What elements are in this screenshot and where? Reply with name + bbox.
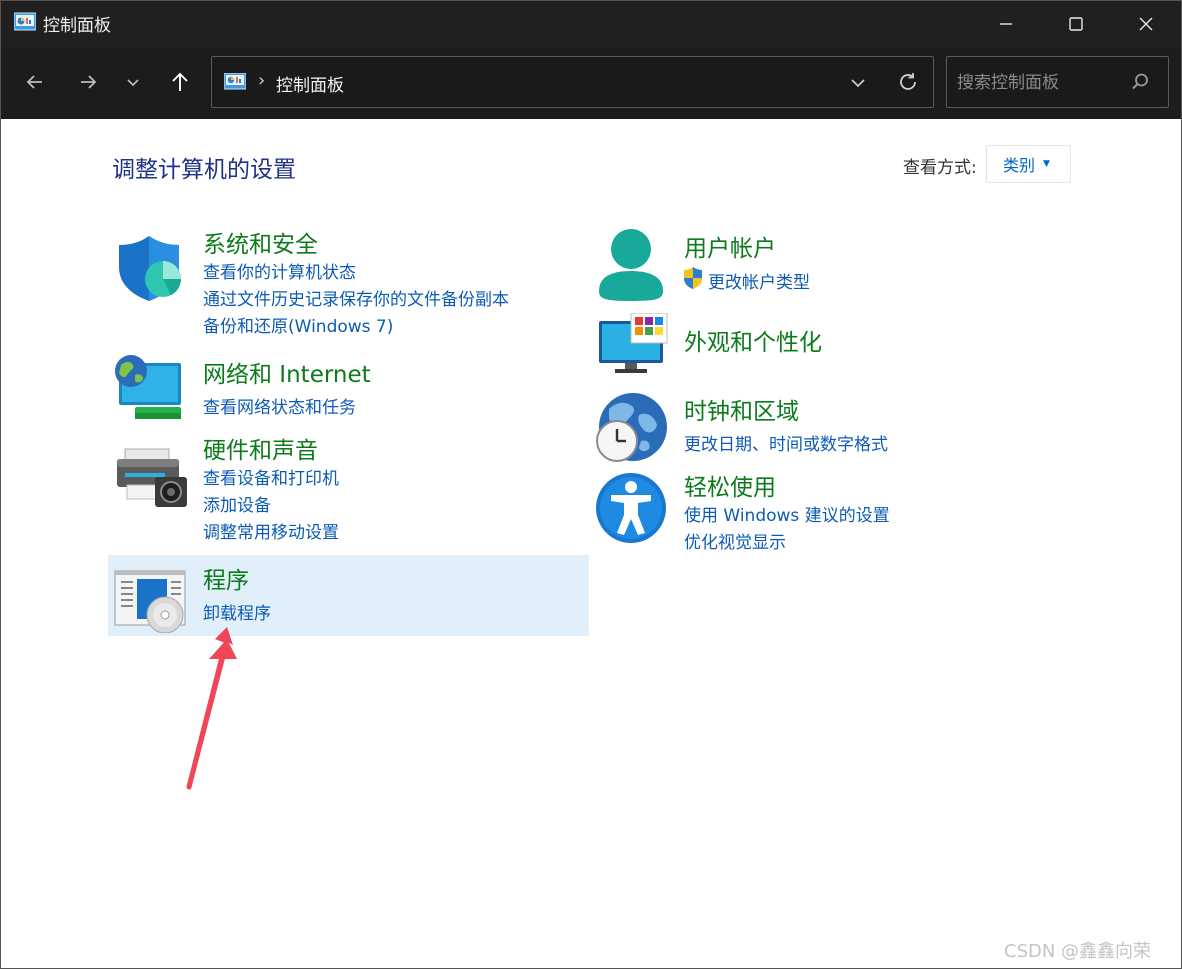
chevron-down-icon bbox=[127, 79, 139, 87]
control-panel-icon bbox=[224, 73, 246, 90]
maximize-icon bbox=[1069, 17, 1083, 31]
arrow-left-icon bbox=[26, 75, 42, 89]
address-dropdown-button[interactable] bbox=[844, 69, 872, 97]
search-icon[interactable] bbox=[1129, 71, 1151, 93]
forward-button[interactable] bbox=[71, 65, 105, 99]
title-bar: 控制面板 bbox=[1, 1, 1181, 47]
search-input[interactable] bbox=[957, 69, 1127, 97]
search-box[interactable] bbox=[946, 56, 1169, 108]
main-content: 调整计算机的设置 查看方式: 类别 ▼ 系统和安全 查看你的计算机状态 通过文件… bbox=[1, 119, 1181, 968]
maximize-button[interactable] bbox=[1041, 1, 1111, 47]
close-button[interactable] bbox=[1111, 1, 1181, 47]
breadcrumb-separator: › bbox=[258, 70, 266, 91]
recent-locations-button[interactable] bbox=[116, 65, 150, 99]
navigation-bar: › 控制面板 bbox=[1, 47, 1181, 119]
minimize-button[interactable] bbox=[971, 1, 1041, 47]
address-bar[interactable]: › 控制面板 bbox=[211, 56, 934, 108]
breadcrumb-control-panel[interactable]: 控制面板 bbox=[276, 71, 344, 96]
arrow-right-icon bbox=[81, 75, 97, 89]
control-panel-window: 控制面板 › 控制面板 搜索控制面板 调整计算机的设置 查看方式: 类别 ▼ 系… bbox=[0, 0, 1182, 969]
up-button[interactable] bbox=[163, 65, 197, 99]
window-title: 控制面板 bbox=[43, 16, 111, 36]
control-panel-app-icon bbox=[14, 12, 36, 31]
refresh-icon bbox=[900, 73, 916, 90]
minimize-icon bbox=[1000, 23, 1012, 25]
close-icon bbox=[1139, 17, 1153, 31]
refresh-button[interactable] bbox=[894, 68, 922, 96]
watermark: CSDN @鑫鑫向荣 bbox=[1004, 941, 1152, 962]
back-button[interactable] bbox=[18, 65, 52, 99]
chevron-down-icon bbox=[851, 79, 865, 88]
arrow-up-icon bbox=[172, 72, 188, 91]
annotation-arrow bbox=[186, 627, 237, 790]
